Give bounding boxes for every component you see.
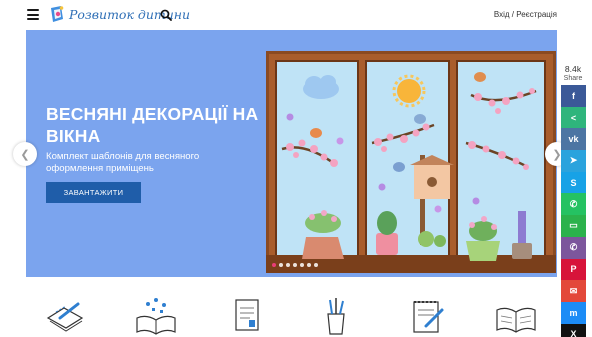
- share-telegram-button[interactable]: ➤: [561, 150, 586, 172]
- hero-title: ВЕСНЯНІ ДЕКОРАЦІЇ НА ВІКНА: [46, 104, 259, 146]
- share-counter: 8.4k Share: [560, 64, 586, 83]
- sms-icon: ▭: [569, 220, 578, 231]
- open-book-icon[interactable]: [494, 296, 538, 336]
- messenger-icon: m: [569, 307, 578, 318]
- slider-dot[interactable]: [286, 263, 290, 267]
- slider-dot[interactable]: [314, 263, 318, 267]
- share-email-button[interactable]: ✉: [561, 280, 586, 302]
- chevron-left-icon: ❮: [20, 148, 30, 161]
- share-pinterest-button[interactable]: P: [561, 258, 586, 281]
- slider-dot[interactable]: [293, 263, 297, 267]
- spring-window-illustration: [266, 51, 556, 273]
- pencil-cup-icon[interactable]: [314, 296, 358, 336]
- page: Розвиток дитини Вхід / Реєстрація ВЕСНЯН…: [0, 0, 592, 337]
- facebook-icon: f: [572, 90, 575, 101]
- whatsapp-icon: ✆: [569, 198, 578, 209]
- share-count: 8.4k: [564, 64, 582, 74]
- pencil-notepad-icon[interactable]: [44, 296, 88, 336]
- slider-dot[interactable]: [279, 263, 283, 267]
- slider-dot[interactable]: [307, 263, 311, 267]
- hero-subtitle: Комплект шаблонів для весняного оформлен…: [46, 151, 200, 174]
- slider-dot[interactable]: [272, 263, 276, 267]
- menu-icon[interactable]: [27, 9, 39, 20]
- viber-icon: ✆: [569, 242, 578, 253]
- share-messenger-button[interactable]: m: [561, 301, 586, 324]
- document-sheet-icon[interactable]: [224, 296, 268, 336]
- download-button[interactable]: ЗАВАНТАЖИТИ: [46, 182, 141, 203]
- share-viber-button[interactable]: ✆: [561, 236, 586, 259]
- share-icon: <: [570, 112, 577, 123]
- share-bar: f < vk ➤ S ✆ ▭ ✆ P ✉ m X: [561, 85, 586, 337]
- share-skype-button[interactable]: S: [561, 171, 586, 194]
- share-whatsapp-button[interactable]: ✆: [561, 193, 586, 216]
- slider-dot[interactable]: [300, 263, 304, 267]
- category-strip: [0, 280, 560, 337]
- pinterest-icon: P: [570, 264, 577, 275]
- share-label: Share: [563, 75, 583, 82]
- hero-slider: ВЕСНЯНІ ДЕКОРАЦІЇ НА ВІКНА Комплект шабл…: [26, 30, 557, 277]
- slider-prev-button[interactable]: ❮: [13, 142, 37, 166]
- share-share-button[interactable]: <: [561, 106, 586, 129]
- search-icon[interactable]: [160, 9, 172, 21]
- share-facebook-button[interactable]: f: [561, 85, 586, 107]
- share-vk-button[interactable]: vk: [561, 128, 586, 151]
- site-header: Розвиток дитини Вхід / Реєстрація: [0, 0, 592, 30]
- login-register-link[interactable]: Вхід / Реєстрація: [494, 10, 557, 19]
- share-x-button[interactable]: X: [561, 323, 586, 337]
- telegram-icon: ➤: [569, 155, 578, 166]
- logo-icon[interactable]: [49, 5, 65, 24]
- share-sms-button[interactable]: ▭: [561, 215, 586, 237]
- vk-icon: vk: [568, 134, 579, 145]
- skype-icon: S: [570, 177, 577, 188]
- email-icon: ✉: [569, 285, 578, 296]
- x-icon: X: [570, 329, 577, 337]
- slider-dots: [272, 263, 318, 269]
- open-book-doodles-icon[interactable]: [134, 296, 178, 336]
- notepad-pen-icon[interactable]: [404, 296, 448, 336]
